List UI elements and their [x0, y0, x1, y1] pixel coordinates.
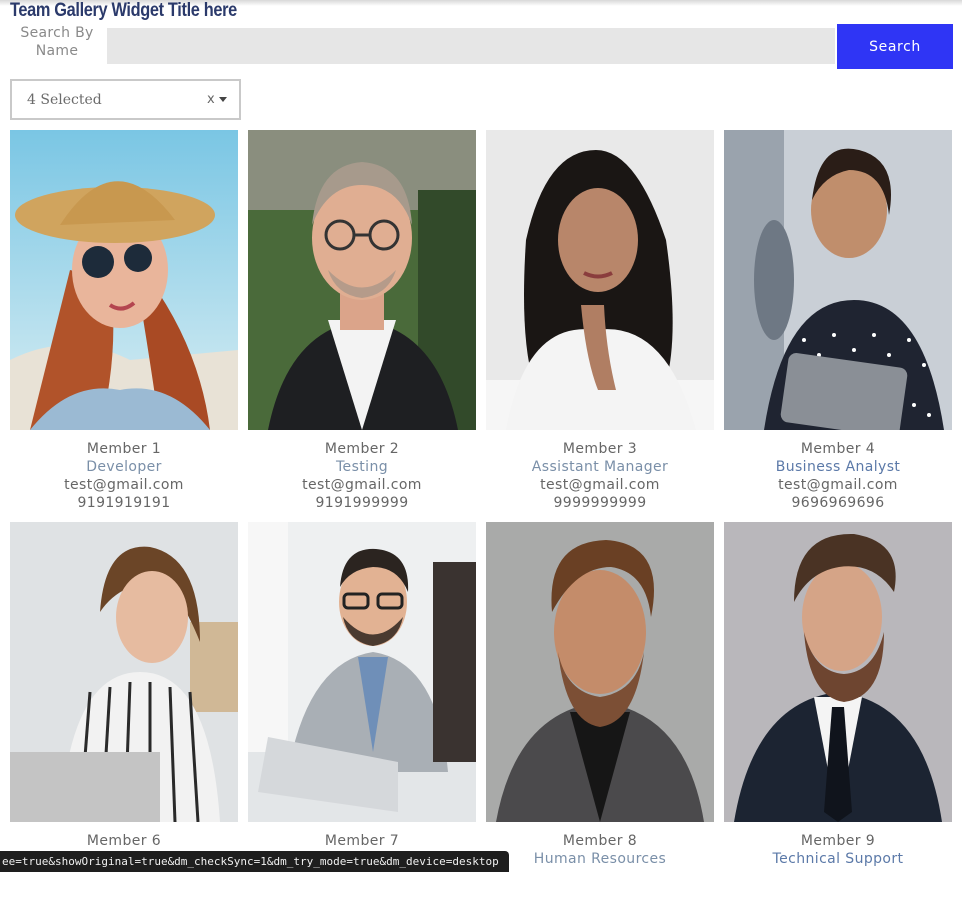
member-name: Member 3 — [562, 441, 638, 457]
member-phone: 9191999999 — [315, 495, 409, 511]
member-name: Member 9 — [800, 833, 876, 849]
member-name: Member 6 — [86, 833, 162, 849]
member-card[interactable]: Member 9 Technical Support — [724, 522, 952, 914]
team-gallery-grid: Member 1 Developer test@gmail.com 919191… — [10, 130, 952, 914]
member-phone: 9696969696 — [791, 495, 885, 511]
member-photo — [724, 130, 952, 430]
member-name: Member 1 — [86, 441, 162, 457]
member-email: test@gmail.com — [64, 477, 184, 493]
member-email: test@gmail.com — [778, 477, 898, 493]
member-photo — [10, 522, 238, 822]
member-card[interactable]: Member 2 Testing test@gmail.com 91919999… — [248, 130, 476, 522]
member-photo — [10, 130, 238, 430]
member-role: Business Analyst — [775, 459, 901, 475]
search-button[interactable]: Search — [837, 24, 953, 69]
search-label: Search By Name — [20, 25, 94, 59]
member-photo — [486, 130, 714, 430]
member-phone: 9191919191 — [77, 495, 171, 511]
member-phone: 9999999999 — [553, 495, 647, 511]
member-card[interactable]: Member 4 Business Analyst test@gmail.com… — [724, 130, 952, 522]
member-email: test@gmail.com — [540, 477, 660, 493]
member-name: Member 8 — [562, 833, 638, 849]
member-role: Assistant Manager — [531, 459, 669, 475]
member-role: Human Resources — [533, 851, 667, 867]
member-role: Developer — [86, 459, 162, 475]
member-card[interactable]: Member 3 Assistant Manager test@gmail.co… — [486, 130, 714, 522]
member-photo — [248, 130, 476, 430]
member-role: Technical Support — [772, 851, 904, 867]
member-name: Member 2 — [324, 441, 400, 457]
widget-title: Team Gallery Widget Title here — [10, 0, 237, 21]
member-name: Member 4 — [800, 441, 876, 457]
member-photo — [248, 522, 476, 822]
role-filter-dropdown[interactable]: 4 Selected x — [10, 79, 241, 120]
member-photo — [724, 522, 952, 822]
filter-selected-text: 4 Selected — [27, 92, 102, 108]
search-input[interactable] — [107, 28, 835, 64]
browser-status-url: ee=true&showOriginal=true&dm_checkSync=1… — [0, 851, 509, 872]
member-email: test@gmail.com — [302, 477, 422, 493]
clear-selection-button[interactable]: x — [207, 92, 215, 107]
member-card[interactable]: Member 1 Developer test@gmail.com 919191… — [10, 130, 238, 522]
member-card[interactable]: Member 8 Human Resources — [486, 522, 714, 914]
member-role: Testing — [335, 459, 389, 475]
chevron-down-icon[interactable] — [219, 97, 227, 102]
member-photo — [486, 522, 714, 822]
member-name: Member 7 — [324, 833, 400, 849]
